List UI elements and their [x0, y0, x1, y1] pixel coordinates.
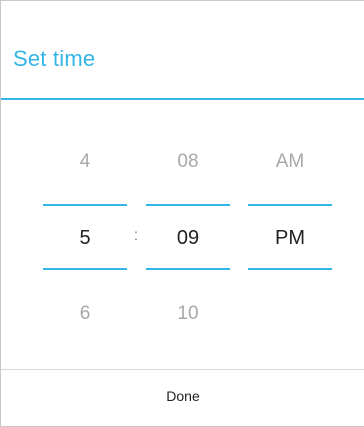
ampm-selection-line-bottom [248, 268, 332, 270]
hour-next-value[interactable]: 6 [43, 303, 127, 325]
dialog-title: Set time [13, 46, 96, 71]
minute-picker[interactable]: 08 09 10 [146, 131, 230, 341]
minute-prev-value[interactable]: 08 [146, 151, 230, 173]
minute-current-value[interactable]: 09 [146, 227, 230, 250]
minute-next-value[interactable]: 10 [146, 303, 230, 325]
time-separator: : [133, 227, 139, 244]
ampm-selection-line-top [248, 204, 332, 206]
minute-selection-line-bottom [146, 268, 230, 270]
hour-current-value[interactable]: 5 [43, 227, 127, 250]
title-divider [1, 98, 364, 100]
minute-selection-line-top [146, 204, 230, 206]
ampm-picker[interactable]: AM PM [248, 131, 332, 341]
hour-selection-line-bottom [43, 268, 127, 270]
ampm-prev-value[interactable]: AM [248, 151, 332, 173]
time-picker-dialog: Set time 4 5 6 : 08 09 10 AM PM Done [0, 0, 364, 427]
hour-prev-value[interactable]: 4 [43, 151, 127, 173]
hour-picker[interactable]: 4 5 6 [43, 131, 127, 341]
done-button[interactable]: Done [1, 370, 364, 427]
hour-selection-line-top [43, 204, 127, 206]
ampm-current-value[interactable]: PM [248, 227, 332, 250]
